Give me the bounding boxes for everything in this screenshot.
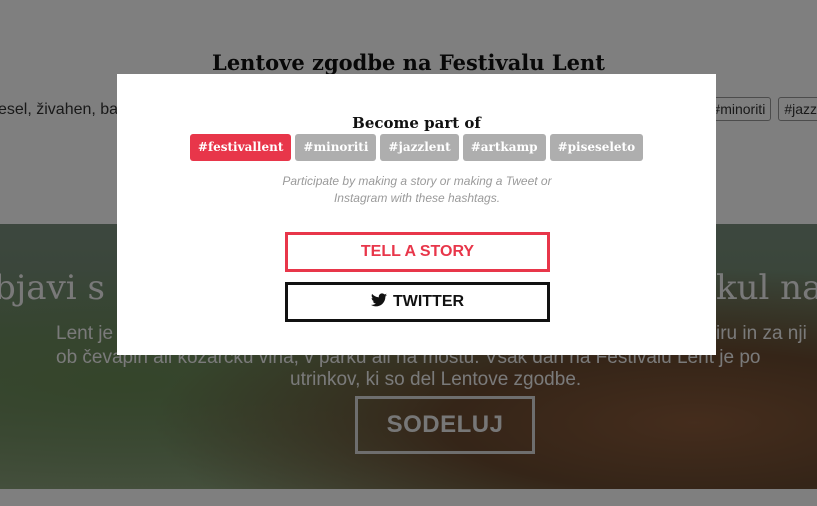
twitter-bird-icon: [370, 293, 387, 307]
hashtag-artkamp[interactable]: #artkamp: [462, 134, 546, 161]
twitter-button[interactable]: TWITTER: [285, 282, 550, 322]
modal-instructions: Participate by making a story or making …: [282, 174, 552, 205]
twitter-button-label: TWITTER: [392, 293, 465, 310]
hashtag-jazzlent[interactable]: #jazzlent: [380, 134, 459, 161]
tell-a-story-button[interactable]: TELL A STORY: [285, 232, 550, 272]
page: Lentove zgodbe na Festivalu Lent esel, ž…: [0, 0, 817, 506]
hashtag-piseseleto[interactable]: #piseseleto: [549, 134, 644, 161]
hashtag-festivallent[interactable]: #festivallent: [189, 134, 292, 161]
hashtag-list: #festivallent #minoriti #jazzlent #artka…: [117, 134, 716, 161]
hashtag-minoriti[interactable]: #minoriti: [295, 134, 377, 161]
modal-heading: Become part of: [352, 114, 481, 132]
participate-modal: Become part of #festivallent #minoriti #…: [117, 74, 716, 355]
